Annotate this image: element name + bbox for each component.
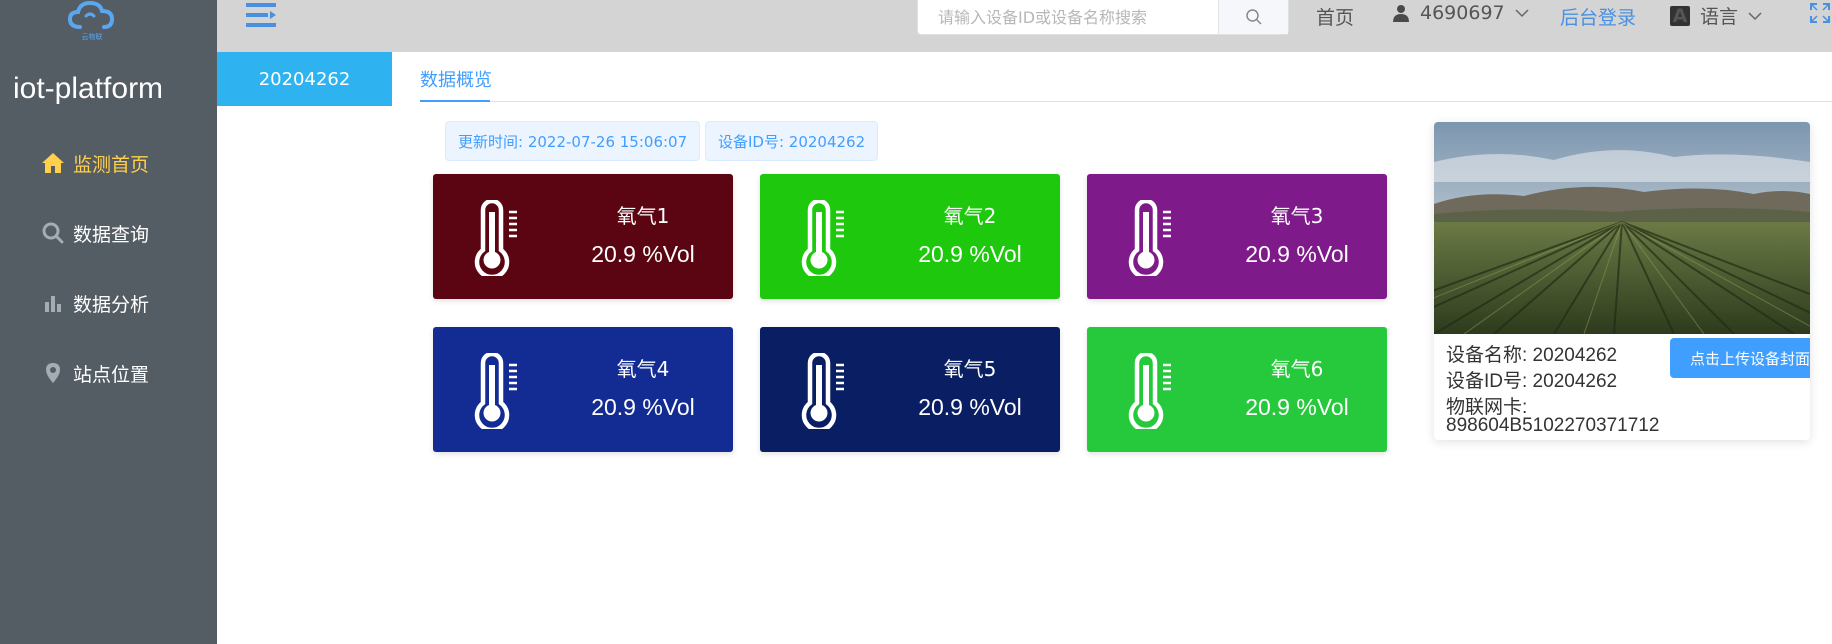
menu-toggle-icon[interactable] [244,0,278,30]
user-dropdown[interactable]: 4690697 [1392,2,1529,24]
sensor-value: 20.9 %Vol [591,241,695,267]
sensor-value: 20.9 %Vol [1245,394,1349,420]
sidebar-item-site-location[interactable]: 站点位置 [0,351,217,395]
sensor-title: 氧气2 [943,204,997,228]
update-time-badge: 更新时间: 2022-07-26 15:06:07 [445,121,701,161]
sensor-value: 20.9 %Vol [1245,241,1349,267]
thermometer-icon [801,353,844,429]
sensor-title: 氧气3 [1270,204,1324,228]
language-label: 语言 [1700,6,1739,28]
logo-text: 云物联 [81,33,103,41]
sidebar-item-monitor-home[interactable]: 监测首页 [0,141,217,185]
thermometer-icon [1128,200,1171,276]
sidebar-item-label: 数据分析 [73,293,150,316]
active-tab-indicator [420,100,490,102]
sensor-title: 氧气4 [616,357,670,381]
thermometer-icon [801,200,844,276]
sensor-title: 氧气6 [1270,357,1324,381]
device-id: 设备ID号: 20204262 [1446,371,1618,392]
device-cover-image [1434,122,1810,334]
device-id-badge: 设备ID号: 20204262 [705,121,879,161]
sensor-value: 20.9 %Vol [918,394,1022,420]
language-dropdown[interactable]: A 语言 [1670,2,1762,29]
sidebar-item-data-analysis[interactable]: 数据分析 [0,281,217,325]
cloud-logo-icon [67,0,115,29]
tab-device[interactable]: 20204262 [217,52,392,106]
sidebar-item-label: 站点位置 [73,363,150,386]
home-icon [41,151,65,175]
location-pin-icon [41,361,65,385]
sensor-title: 氧气1 [616,204,670,228]
sensor-card[interactable]: 氧气5 20.9 %Vol [760,327,1060,452]
translate-icon: A [1670,5,1690,27]
search-box [917,0,1289,35]
username: 4690697 [1420,2,1505,24]
search-button[interactable] [1218,0,1288,34]
sensor-card[interactable]: 氧气1 20.9 %Vol [433,174,733,299]
sensor-value: 20.9 %Vol [591,394,695,420]
upload-cover-button[interactable]: 点击上传设备封面 [1670,338,1810,378]
device-name: 设备名称: 20204262 [1446,345,1618,366]
search-icon [1245,9,1262,25]
thermometer-icon [474,200,517,276]
logo[interactable]: 云物联 [66,0,118,44]
sidebar: 云物联 iot-platform 监测首页 数据查询 数据分析 站点位置 [0,0,217,644]
sensor-title: 氧气5 [943,357,997,381]
sensor-value: 20.9 %Vol [918,241,1022,267]
user-icon [1393,5,1409,22]
sensor-card[interactable]: 氧气3 20.9 %Vol [1087,174,1387,299]
device-info-panel: 设备名称: 20204262 设备ID号: 20204262 物联网卡: 898… [1434,122,1810,440]
admin-login-link[interactable]: 后台登录 [1560,3,1636,30]
sidebar-item-label: 数据查询 [73,223,150,246]
bar-chart-icon [41,291,65,315]
top-header: 首页 4690697 后台登录 A 语言 [217,0,1832,52]
brand-title: iot-platform [13,72,164,105]
search-input[interactable] [918,0,1218,34]
thermometer-icon [474,353,517,429]
sidebar-item-data-query[interactable]: 数据查询 [0,211,217,255]
tab-data-overview[interactable]: 数据概览 [420,66,492,92]
thermometer-icon [1128,353,1171,429]
sensor-card[interactable]: 氧气6 20.9 %Vol [1087,327,1387,452]
chevron-down-icon [1515,9,1529,18]
sim-card-value: 898604B5102270371712 [1446,415,1660,436]
sensor-card[interactable]: 氧气4 20.9 %Vol [433,327,733,452]
search-icon [41,221,65,245]
sidebar-item-label: 监测首页 [73,153,150,176]
home-link[interactable]: 首页 [1316,3,1354,30]
sensor-card[interactable]: 氧气2 20.9 %Vol [760,174,1060,299]
tab-divider [420,101,1832,102]
fullscreen-icon[interactable] [1809,2,1832,26]
chevron-down-icon [1748,11,1762,20]
